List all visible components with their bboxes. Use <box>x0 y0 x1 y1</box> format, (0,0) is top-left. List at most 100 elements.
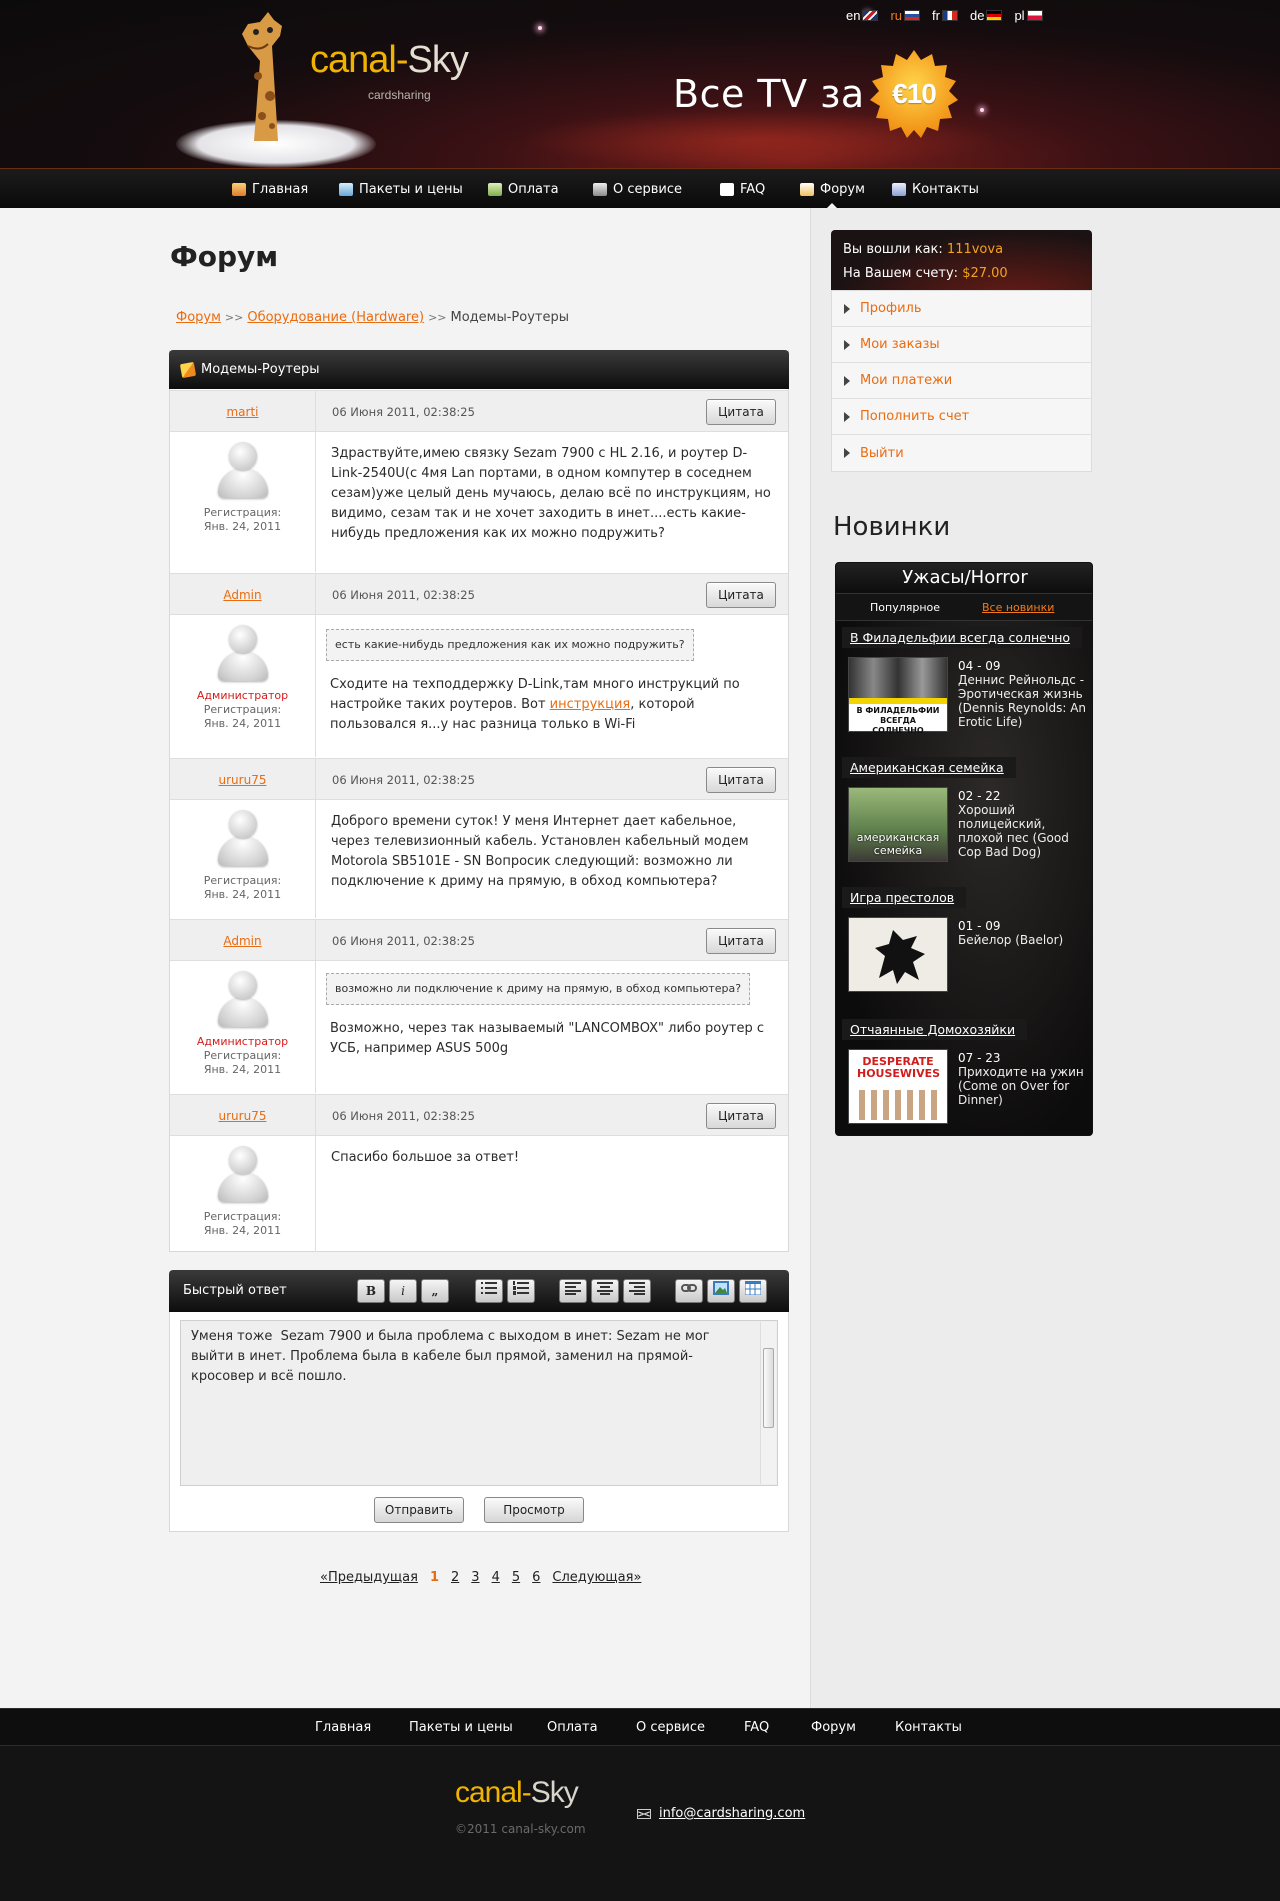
show-title[interactable]: Игра престолов <box>842 887 967 908</box>
author-link[interactable]: ururu75 <box>219 773 267 787</box>
align-center-button[interactable] <box>591 1279 619 1303</box>
nav-packages[interactable]: Пакеты и цены <box>339 169 463 209</box>
show-thumbnail[interactable] <box>848 917 948 992</box>
current-page: 1 <box>429 1570 439 1585</box>
show-title[interactable]: Американская семейка <box>842 757 1016 778</box>
quick-reply-body: Уменя тоже Sezam 7900 и была проблема с … <box>169 1312 789 1532</box>
quote-button[interactable]: Цитата <box>706 767 776 793</box>
footer-link-packages[interactable]: Пакеты и цены <box>409 1709 513 1747</box>
page-link[interactable]: 2 <box>451 1570 459 1585</box>
numbered-list-icon <box>513 1281 529 1295</box>
lang-en[interactable]: en <box>846 8 879 23</box>
site-logo[interactable]: canal-Sky <box>310 40 469 80</box>
reply-textarea[interactable]: Уменя тоже Sezam 7900 и была проблема с … <box>180 1320 778 1486</box>
balance-value: $27.00 <box>962 266 1008 281</box>
submit-button[interactable]: Отправить <box>374 1497 464 1523</box>
breadcrumb-hardware[interactable]: Оборудование (Hardware) <box>247 310 424 325</box>
star-decoration <box>538 26 542 30</box>
reg-date: Янв. 24, 2011 <box>203 1063 282 1076</box>
page-link[interactable]: 5 <box>512 1570 520 1585</box>
show-thumbnail[interactable]: американская семейка <box>848 787 948 862</box>
avatar <box>216 1146 270 1204</box>
footer-link-payment[interactable]: Оплата <box>547 1709 598 1747</box>
show-thumbnail[interactable]: DESPERATE HOUSEWIVES <box>848 1049 948 1124</box>
prev-page-link[interactable]: «Предыдущая <box>320 1570 418 1585</box>
align-left-button[interactable] <box>559 1279 587 1303</box>
breadcrumb-forum[interactable]: Форум <box>176 310 221 325</box>
align-center-icon <box>597 1282 613 1295</box>
author-link[interactable]: ururu75 <box>219 1109 267 1123</box>
post-header: Admin 06 Июня 2011, 02:38:25 Цитата <box>170 919 788 962</box>
post-author: ururu75 <box>170 1095 316 1137</box>
nav-contacts[interactable]: Контакты <box>892 169 979 209</box>
footer-link-faq[interactable]: FAQ <box>744 1709 769 1747</box>
show-item[interactable]: Игра престолов 01 - 09 Бейелор (Baelor) <box>842 887 1088 999</box>
link-button[interactable] <box>675 1279 703 1303</box>
lang-fr[interactable]: fr <box>932 8 958 23</box>
bullet-list-button[interactable] <box>475 1279 503 1303</box>
menu-topup[interactable]: Пополнить счет <box>832 399 1091 435</box>
pagination: «Предыдущая 1 2 3 4 5 6 Следующая» <box>320 1570 641 1585</box>
menu-logout[interactable]: Выйти <box>832 435 1091 471</box>
reg-label: Регистрация: <box>203 874 282 887</box>
italic-button[interactable]: i <box>389 1279 417 1303</box>
footer-email: info@cardsharing.com <box>637 1806 805 1821</box>
menu-orders[interactable]: Мои заказы <box>832 327 1091 363</box>
page-link[interactable]: 4 <box>492 1570 500 1585</box>
bold-button[interactable]: B <box>357 1279 385 1303</box>
show-item[interactable]: В Филадельфии всегда солнечно В ФИЛАДЕЛЬ… <box>842 627 1088 747</box>
scrollbar-thumb[interactable] <box>763 1348 774 1428</box>
tab-popular[interactable]: Популярное <box>870 594 940 622</box>
quote-button[interactable]: Цитата <box>706 928 776 954</box>
nav-home[interactable]: Главная <box>232 169 308 209</box>
nav-about[interactable]: О сервисе <box>593 169 682 209</box>
show-title[interactable]: Отчаянные Домохозяйки <box>842 1019 1028 1040</box>
avatar <box>216 625 270 683</box>
quote-button[interactable]: Цитата <box>706 1103 776 1129</box>
footer-link-home[interactable]: Главная <box>315 1709 371 1747</box>
align-right-button[interactable] <box>623 1279 651 1303</box>
lang-pl[interactable]: pl <box>1014 8 1043 23</box>
quote-button[interactable]: Цитата <box>706 399 776 425</box>
promo-text: Все TV за <box>673 72 865 116</box>
page-link[interactable]: 6 <box>532 1570 540 1585</box>
news-category: Ужасы/Horror <box>836 563 1092 593</box>
menu-profile[interactable]: Профиль <box>832 291 1091 327</box>
nav-forum[interactable]: Форум <box>800 169 865 209</box>
footer-link-forum[interactable]: Форум <box>811 1709 856 1747</box>
show-item[interactable]: Отчаянные Домохозяйки DESPERATE HOUSEWIV… <box>842 1019 1088 1131</box>
lang-ru[interactable]: ru <box>890 8 921 23</box>
instruction-link[interactable]: инструкция <box>550 697 631 712</box>
author-link[interactable]: Admin <box>223 934 261 948</box>
numbered-list-button[interactable] <box>507 1279 535 1303</box>
show-thumbnail[interactable]: В ФИЛАДЕЛЬФИИ ВСЕГДА СОЛНЕЧНО <box>848 657 948 735</box>
show-item[interactable]: Американская семейка американская семейк… <box>842 757 1088 869</box>
nav-payment[interactable]: Оплата <box>488 169 559 209</box>
footer-link-about[interactable]: О сервисе <box>636 1709 705 1747</box>
image-button[interactable] <box>707 1279 735 1303</box>
arrow-right-icon <box>844 339 850 350</box>
footer-logo[interactable]: canal-Sky <box>455 1776 579 1810</box>
show-title[interactable]: В Филадельфии всегда солнечно <box>842 627 1083 648</box>
author-link[interactable]: Admin <box>223 588 261 602</box>
lang-de[interactable]: de <box>970 8 1003 23</box>
author-link[interactable]: marti <box>226 405 258 419</box>
satellite-icon <box>593 182 607 196</box>
next-page-link[interactable]: Следующая» <box>552 1570 641 1585</box>
forum-icon <box>800 182 814 196</box>
page-title: Форум <box>170 240 279 273</box>
preview-button[interactable]: Просмотр <box>484 1497 584 1523</box>
footer-link-contacts[interactable]: Контакты <box>895 1709 962 1747</box>
post-user-info: Регистрация: Янв. 24, 2011 <box>170 1136 316 1252</box>
quote-format-button[interactable]: „ <box>421 1279 449 1303</box>
table-button[interactable] <box>739 1279 767 1303</box>
email-link[interactable]: info@cardsharing.com <box>659 1806 805 1821</box>
nav-faq[interactable]: FAQ <box>720 169 765 209</box>
tab-all-new[interactable]: Все новинки <box>982 594 1054 622</box>
textarea-scrollbar[interactable] <box>760 1322 776 1484</box>
menu-payments[interactable]: Мои платежи <box>832 363 1091 399</box>
quote-button[interactable]: Цитата <box>706 582 776 608</box>
post-content: возможно ли подключение к дриму на пряму… <box>326 973 776 1059</box>
footer-nav: Главная Пакеты и цены Оплата О сервисе F… <box>0 1708 1280 1746</box>
page-link[interactable]: 3 <box>471 1570 479 1585</box>
